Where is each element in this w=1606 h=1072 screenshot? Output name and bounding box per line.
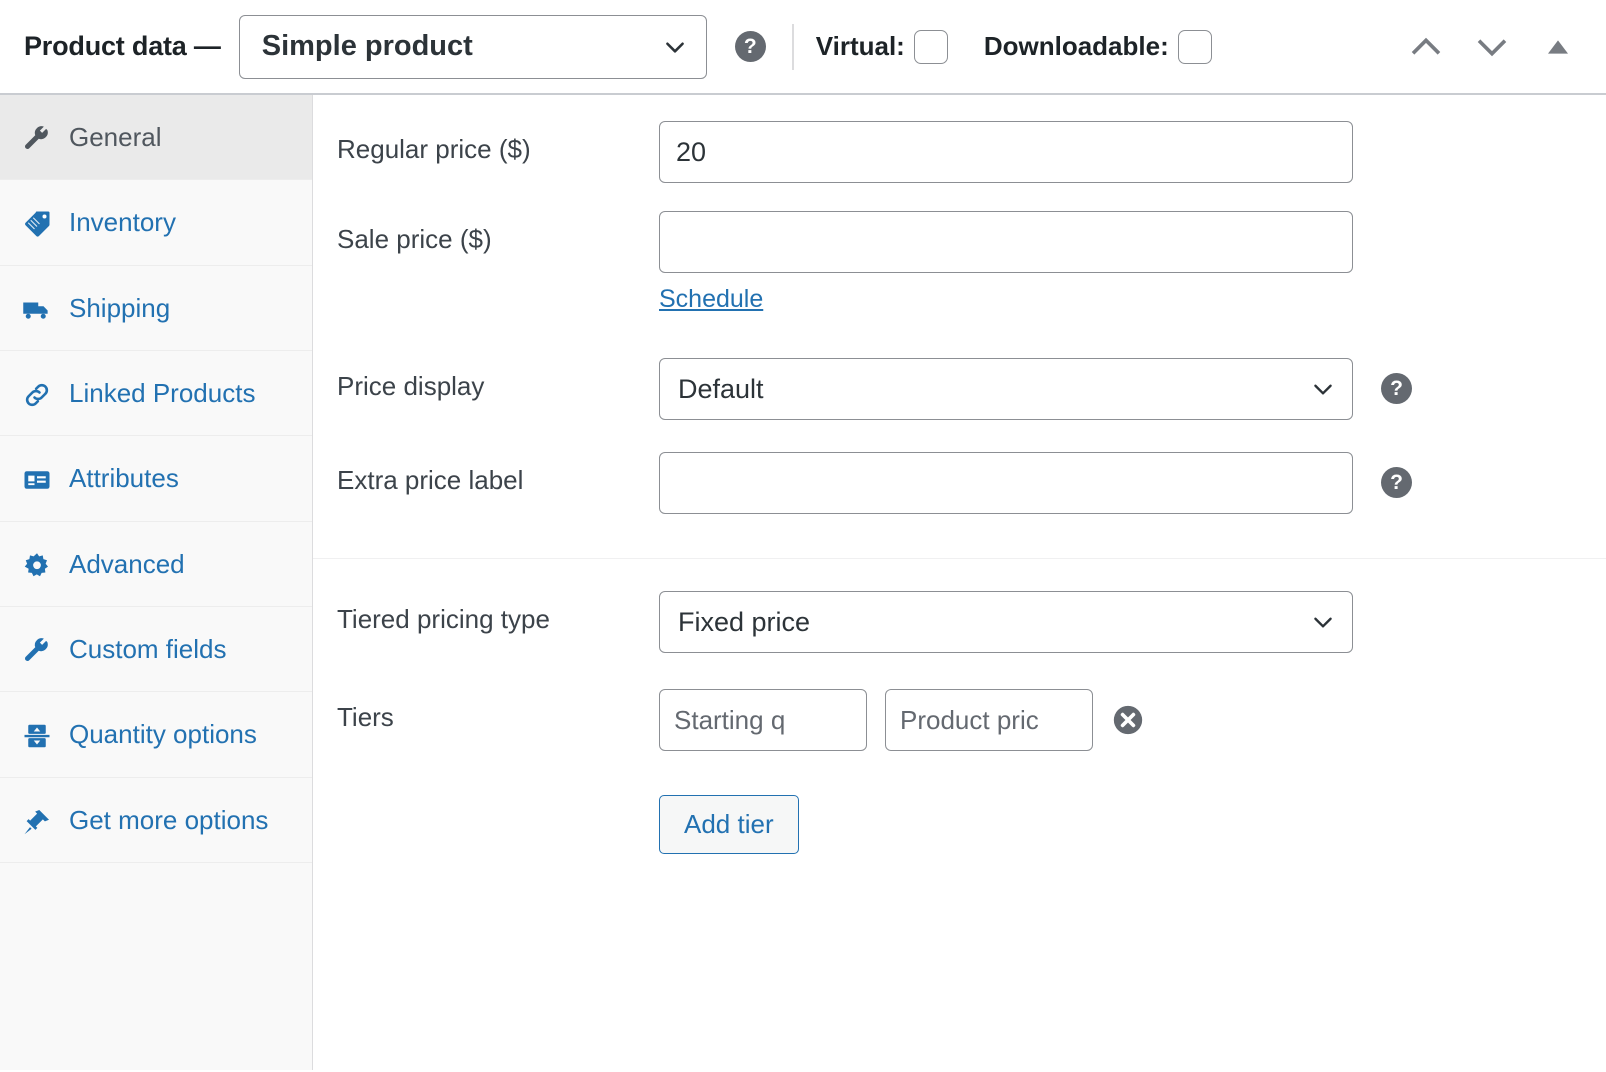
downloadable-label: Downloadable: [984, 31, 1169, 62]
price-display-value: Default [678, 374, 1310, 405]
extra-price-label-row: Extra price label ? [313, 420, 1606, 558]
sidebar-item-label: Quantity options [69, 717, 296, 751]
tier-row [659, 689, 1145, 751]
panel-header: Product data — Simple product ? Virtual:… [0, 0, 1606, 95]
pricing-section: Regular price ($) Sale price ($) Schedul… [313, 95, 1606, 558]
chevron-down-icon[interactable] [1472, 27, 1512, 67]
help-icon[interactable]: ? [1381, 373, 1412, 404]
extra-price-label-label: Extra price label [337, 452, 659, 497]
tier-price-input[interactable] [885, 689, 1093, 751]
price-display-select[interactable]: Default [659, 358, 1353, 420]
sidebar-item-label: Inventory [69, 205, 296, 239]
sidebar-item-general[interactable]: General [0, 95, 312, 180]
truck-icon [22, 295, 52, 325]
chevron-down-icon [1310, 376, 1336, 402]
chevron-down-icon [662, 34, 688, 60]
sidebar-item-quantity-options[interactable]: Quantity options [0, 692, 312, 777]
regular-price-row: Regular price ($) [313, 95, 1606, 183]
sidebar-item-get-more-options[interactable]: Get more options [0, 778, 312, 863]
stepper-icon [22, 721, 52, 751]
link-icon [22, 380, 52, 410]
tiered-pricing-type-label: Tiered pricing type [337, 591, 659, 636]
page-title: Product data — [24, 31, 221, 62]
tiers-row: Tiers Add tier [313, 653, 1606, 854]
header-divider [792, 24, 794, 70]
product-type-select[interactable]: Simple product [239, 15, 707, 79]
sidebar-item-label: Linked Products [69, 376, 296, 410]
sidebar-item-label: Shipping [69, 291, 296, 325]
sidebar-item-inventory[interactable]: Inventory [0, 180, 312, 265]
sidebar-item-linked-products[interactable]: Linked Products [0, 351, 312, 436]
sale-price-label: Sale price ($) [337, 211, 659, 256]
help-icon[interactable]: ? [735, 31, 766, 62]
price-display-label: Price display [337, 358, 659, 403]
header-controls [1406, 27, 1584, 67]
general-tab-panel: Regular price ($) Sale price ($) Schedul… [313, 95, 1606, 1070]
virtual-label: Virtual: [816, 31, 905, 62]
price-display-row: Price display Default ? [313, 314, 1606, 420]
help-icon[interactable]: ? [1381, 467, 1412, 498]
sidebar-item-attributes[interactable]: Attributes [0, 436, 312, 521]
tiered-pricing-type-select[interactable]: Fixed price [659, 591, 1353, 653]
sidebar-item-label: Custom fields [69, 632, 296, 666]
chevron-up-icon[interactable] [1406, 27, 1446, 67]
regular-price-input[interactable] [659, 121, 1353, 183]
sidebar-item-label: Attributes [69, 461, 296, 495]
virtual-checkbox-group[interactable]: Virtual: [816, 30, 948, 64]
schedule-link[interactable]: Schedule [659, 285, 763, 314]
product-data-panel: Product data — Simple product ? Virtual:… [0, 0, 1606, 1072]
extra-price-label-input[interactable] [659, 452, 1353, 514]
regular-price-label: Regular price ($) [337, 121, 659, 166]
wrench-icon [22, 636, 52, 666]
tiered-pricing-section: Tiered pricing type Fixed price Tiers [313, 558, 1606, 854]
chevron-down-icon [1310, 609, 1336, 635]
sidebar-item-advanced[interactable]: Advanced [0, 522, 312, 607]
triangle-up-icon[interactable] [1538, 27, 1578, 67]
sidebar-item-label: Advanced [69, 547, 296, 581]
downloadable-checkbox-group[interactable]: Downloadable: [984, 30, 1212, 64]
sidebar-item-label: Get more options [69, 803, 296, 837]
tiers-label: Tiers [337, 689, 659, 734]
tiered-pricing-type-row: Tiered pricing type Fixed price [313, 559, 1606, 653]
sale-price-row: Sale price ($) Schedule [313, 183, 1606, 314]
gear-icon [22, 551, 52, 581]
tier-quantity-input[interactable] [659, 689, 867, 751]
plug-icon [22, 807, 52, 837]
sidebar-item-label: General [69, 120, 296, 154]
downloadable-checkbox[interactable] [1178, 30, 1212, 64]
product-data-tabs: General Inventory Shipping [0, 95, 313, 1070]
panel-body: General Inventory Shipping [0, 95, 1606, 1070]
add-tier-button[interactable]: Add tier [659, 795, 799, 854]
list-card-icon [22, 465, 52, 495]
sidebar-item-shipping[interactable]: Shipping [0, 266, 312, 351]
tiered-pricing-type-value: Fixed price [678, 607, 1310, 638]
sale-price-input[interactable] [659, 211, 1353, 273]
tag-icon [22, 209, 52, 239]
wrench-icon [22, 124, 52, 154]
product-type-value: Simple product [262, 30, 662, 63]
virtual-checkbox[interactable] [914, 30, 948, 64]
sidebar-item-custom-fields[interactable]: Custom fields [0, 607, 312, 692]
remove-circle-icon[interactable] [1111, 703, 1145, 737]
